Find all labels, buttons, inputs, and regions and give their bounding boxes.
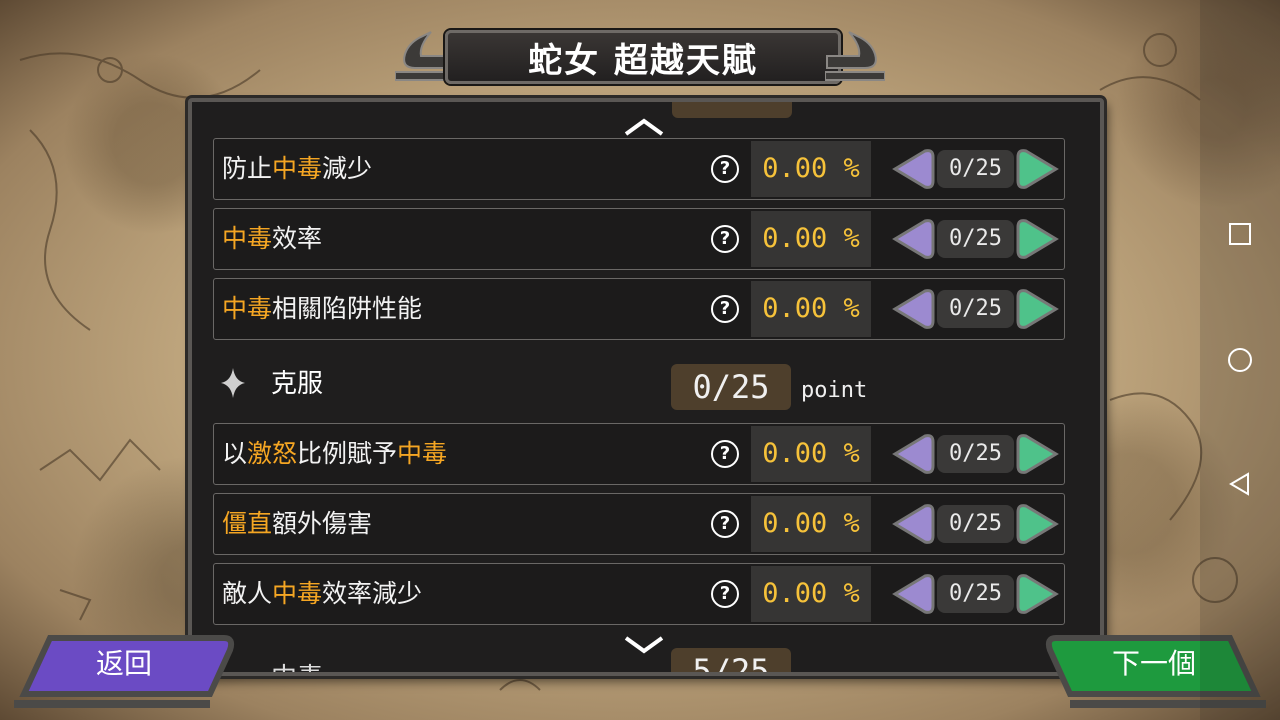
square-icon[interactable] bbox=[1226, 220, 1254, 248]
talent-row: 以激怒比例賦予中毒 ? 0.00 % 0/25 bbox=[213, 423, 1065, 485]
arrow-left-icon[interactable] bbox=[889, 572, 935, 616]
circle-icon[interactable] bbox=[1226, 346, 1254, 374]
talent-panel[interactable]: 防止中毒減少 ? 0.00 % 0/25 中毒效率 ? 0.00 % 0/25 … bbox=[188, 98, 1104, 676]
talent-row: 防止中毒減少 ? 0.00 % 0/25 bbox=[213, 138, 1065, 200]
talent-label: 中毒相關陷阱性能 bbox=[222, 294, 423, 323]
arrow-right-icon[interactable] bbox=[1016, 217, 1062, 261]
page-title: 蛇女 超越天賦 bbox=[445, 30, 841, 84]
next-button-label: 下一個 bbox=[1112, 647, 1197, 680]
talent-label: 僵直額外傷害 bbox=[222, 509, 373, 538]
talent-value: 0.00 % bbox=[751, 426, 871, 482]
back-button-label: 返回 bbox=[96, 647, 153, 680]
section-points: 0/25 bbox=[671, 364, 791, 410]
talent-value: 0.00 % bbox=[751, 496, 871, 552]
talent-label: 防止中毒減少 bbox=[222, 154, 373, 183]
talent-level: 0/25 bbox=[937, 505, 1014, 543]
arrow-right-icon[interactable] bbox=[1016, 147, 1062, 191]
question-circle-icon[interactable]: ? bbox=[711, 510, 739, 538]
chevron-up-icon[interactable] bbox=[622, 116, 666, 138]
arrow-right-icon[interactable] bbox=[1016, 287, 1062, 331]
section-header: 克服 0/25 point bbox=[213, 354, 1065, 416]
talent-value: 0.00 % bbox=[751, 281, 871, 337]
arrow-right-icon[interactable] bbox=[1016, 572, 1062, 616]
talent-level: 0/25 bbox=[937, 150, 1014, 188]
talent-level: 0/25 bbox=[937, 435, 1014, 473]
question-circle-icon[interactable]: ? bbox=[711, 155, 739, 183]
talent-level: 0/25 bbox=[937, 290, 1014, 328]
talent-label: 敵人中毒效率減少 bbox=[222, 579, 423, 608]
talent-value: 0.00 % bbox=[751, 566, 871, 622]
title-banner: 蛇女 超越天賦 bbox=[395, 24, 885, 84]
section-name: 中毒 bbox=[271, 648, 323, 672]
talent-label: 以激怒比例賦予中毒 bbox=[222, 439, 448, 468]
talent-value: 0.00 % bbox=[751, 141, 871, 197]
question-circle-icon[interactable]: ? bbox=[711, 440, 739, 468]
prev-points-box bbox=[672, 102, 792, 118]
section-name: 克服 bbox=[271, 369, 324, 399]
arrow-left-icon[interactable] bbox=[889, 217, 935, 261]
talent-row: 敵人中毒效率減少 ? 0.00 % 0/25 bbox=[213, 563, 1065, 625]
talent-value: 0.00 % bbox=[751, 211, 871, 267]
talent-row: 中毒效率 ? 0.00 % 0/25 bbox=[213, 208, 1065, 270]
question-circle-icon[interactable]: ? bbox=[711, 225, 739, 253]
section-points-unit: point bbox=[801, 378, 868, 403]
triangle-back-icon[interactable] bbox=[1226, 470, 1254, 498]
section-points: 5/25 bbox=[671, 648, 791, 672]
arrow-left-icon[interactable] bbox=[889, 502, 935, 546]
talent-row: 中毒相關陷阱性能 ? 0.00 % 0/25 bbox=[213, 278, 1065, 340]
android-navbar bbox=[1200, 0, 1280, 720]
back-button[interactable]: 返回 bbox=[10, 628, 240, 712]
chevron-down-icon[interactable] bbox=[622, 634, 666, 656]
question-circle-icon[interactable]: ? bbox=[711, 295, 739, 323]
arrow-right-icon[interactable] bbox=[1016, 502, 1062, 546]
arrow-left-icon[interactable] bbox=[889, 147, 935, 191]
talent-level: 0/25 bbox=[937, 575, 1014, 613]
talent-label: 中毒效率 bbox=[222, 224, 323, 253]
talent-level: 0/25 bbox=[937, 220, 1014, 258]
arrow-left-icon[interactable] bbox=[889, 287, 935, 331]
talent-row: 僵直額外傷害 ? 0.00 % 0/25 bbox=[213, 493, 1065, 555]
banner-right-hook bbox=[825, 31, 885, 81]
question-circle-icon[interactable]: ? bbox=[711, 580, 739, 608]
arrow-left-icon[interactable] bbox=[889, 432, 935, 476]
diamond-star-icon bbox=[221, 368, 245, 398]
arrow-right-icon[interactable] bbox=[1016, 432, 1062, 476]
